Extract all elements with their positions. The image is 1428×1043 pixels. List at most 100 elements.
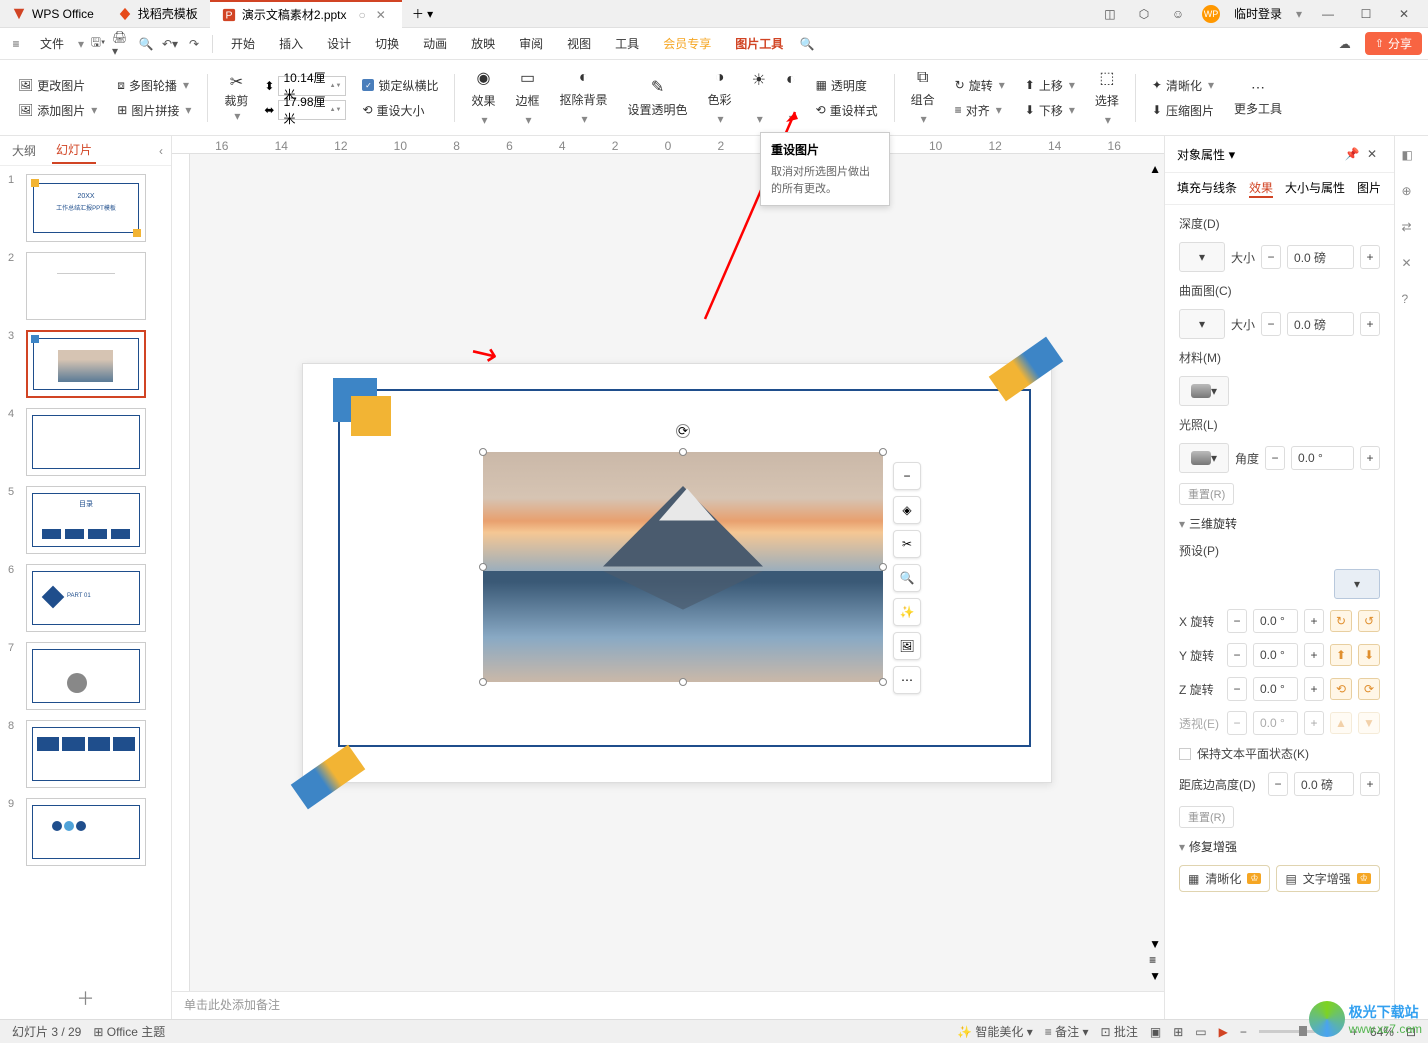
size-tab[interactable]: 大小与属性 bbox=[1285, 179, 1345, 198]
undo-icon[interactable]: ↶▾ bbox=[160, 34, 180, 54]
light-select[interactable]: ▾ bbox=[1179, 443, 1229, 473]
resize-handle-n[interactable] bbox=[679, 448, 687, 456]
theme-indicator[interactable]: ⊞ Office 主题 bbox=[93, 1023, 165, 1040]
view-normal-icon[interactable]: ▣ bbox=[1150, 1025, 1161, 1039]
rail-tools-icon[interactable]: ✕ bbox=[1402, 256, 1422, 276]
thumbnail-8[interactable] bbox=[26, 720, 146, 788]
tab-dropdown-icon[interactable]: ○ bbox=[359, 8, 366, 22]
tab-picture-tools[interactable]: 图片工具 bbox=[725, 31, 793, 56]
add-slide-button[interactable]: ＋ bbox=[0, 977, 171, 1019]
angle-inc[interactable]: + bbox=[1360, 446, 1380, 470]
share-button[interactable]: ⇧ 分享 bbox=[1365, 32, 1422, 55]
bevel-value[interactable]: 0.0 磅 bbox=[1287, 312, 1354, 336]
thumbnail-6[interactable]: PART 01 bbox=[26, 564, 146, 632]
thumbnail-4[interactable] bbox=[26, 408, 146, 476]
contrast-button[interactable]: ◐. bbox=[782, 69, 800, 127]
tab-design[interactable]: 设计 bbox=[317, 31, 361, 56]
reset-3d-format[interactable]: 重置(R) bbox=[1179, 483, 1234, 505]
move-down-button[interactable]: ⬇下移 bbox=[1021, 100, 1079, 121]
tab-start[interactable]: 开始 bbox=[221, 31, 265, 56]
tab-transition[interactable]: 切换 bbox=[365, 31, 409, 56]
pin-icon[interactable]: 📌 bbox=[1342, 144, 1362, 164]
3d-rotation-section[interactable]: 三维旋转 bbox=[1179, 515, 1380, 532]
rail-style-icon[interactable]: ◧ bbox=[1402, 148, 1422, 168]
print-icon[interactable]: 🖨▾ bbox=[112, 34, 132, 54]
remark-toggle[interactable]: ≡ 备注 ▾ bbox=[1045, 1023, 1089, 1040]
collapse-thumbs-icon[interactable]: ‹ bbox=[159, 144, 163, 158]
tab-insert[interactable]: 插入 bbox=[269, 31, 313, 56]
thumbnail-1[interactable]: 20XX工作总结汇报PPT模板 bbox=[26, 174, 146, 242]
more-tools-button[interactable]: ⋯更多工具 bbox=[1230, 77, 1286, 119]
zrot-dec[interactable]: − bbox=[1227, 677, 1247, 701]
close-tab-icon[interactable]: ✕ bbox=[372, 8, 390, 22]
tab-animation[interactable]: 动画 bbox=[413, 31, 457, 56]
thumbnail-5[interactable]: 目录 bbox=[26, 486, 146, 554]
sharpen-button[interactable]: ✦清晰化 bbox=[1148, 75, 1218, 96]
beautify-button[interactable]: ✨ 智能美化 ▾ bbox=[957, 1023, 1033, 1040]
float-zoom-minus[interactable]: − bbox=[893, 462, 921, 490]
rail-help-icon[interactable]: ? bbox=[1402, 292, 1422, 312]
keep-text-flat-checkbox[interactable]: 保持文本平面状态(K) bbox=[1179, 745, 1380, 762]
reset-3d-rotation[interactable]: 重置(R) bbox=[1179, 806, 1234, 828]
border-button[interactable]: ▭边框 bbox=[512, 66, 544, 129]
resize-handle-se[interactable] bbox=[879, 678, 887, 686]
notes-area[interactable]: 单击此处添加备注 bbox=[172, 991, 1164, 1019]
effect-tab[interactable]: 效果 bbox=[1249, 179, 1273, 198]
float-layers-icon[interactable]: ◈ bbox=[893, 496, 921, 524]
user-icon[interactable]: ☺ bbox=[1168, 4, 1188, 24]
maximize-icon[interactable]: ☐ bbox=[1354, 4, 1378, 24]
view-slideshow-icon[interactable]: ▶ bbox=[1219, 1025, 1228, 1039]
view-reading-icon[interactable]: ▭ bbox=[1195, 1025, 1206, 1039]
depth-dec[interactable]: − bbox=[1261, 245, 1281, 269]
rail-insert-icon[interactable]: ⊕ bbox=[1402, 184, 1422, 204]
yrot-dec[interactable]: − bbox=[1227, 643, 1247, 667]
login-status[interactable]: 临时登录 bbox=[1234, 5, 1282, 22]
reset-style-button[interactable]: ⟲重设样式 bbox=[812, 100, 882, 121]
tab-review[interactable]: 审阅 bbox=[509, 31, 553, 56]
rotation-handle[interactable]: ⟳ bbox=[676, 424, 690, 438]
document-tab[interactable]: P 演示文稿素材2.pptx ○ ✕ bbox=[210, 0, 402, 28]
slide-canvas[interactable]: ⟳ bbox=[302, 363, 1052, 783]
slides-tab[interactable]: 幻灯片 bbox=[52, 137, 96, 164]
preset-select[interactable]: ▾ bbox=[1334, 569, 1380, 599]
depth-inc[interactable]: + bbox=[1360, 245, 1380, 269]
preview-icon[interactable]: 🔍 bbox=[136, 34, 156, 54]
zrot-inc[interactable]: + bbox=[1304, 677, 1324, 701]
add-picture-button[interactable]: 🖼添加图片 bbox=[14, 100, 101, 121]
bevel-select[interactable]: ▾ bbox=[1179, 309, 1225, 339]
dist-value[interactable]: 0.0 磅 bbox=[1294, 772, 1354, 796]
tab-tools[interactable]: 工具 bbox=[605, 31, 649, 56]
zrot-value[interactable]: 0.0 ° bbox=[1253, 677, 1298, 701]
bevel-dec[interactable]: − bbox=[1261, 312, 1281, 336]
yrot-value[interactable]: 0.0 ° bbox=[1253, 643, 1298, 667]
menu-icon[interactable]: ≡ bbox=[6, 34, 26, 54]
effect-button[interactable]: ◉效果 bbox=[467, 66, 499, 129]
fill-tab[interactable]: 填充与线条 bbox=[1177, 179, 1237, 198]
float-more-icon[interactable]: ⋯ bbox=[893, 666, 921, 694]
close-panel-icon[interactable]: ✕ bbox=[1362, 144, 1382, 164]
rotate-button[interactable]: ↻旋转 bbox=[951, 75, 1009, 96]
view-sorter-icon[interactable]: ⊞ bbox=[1173, 1025, 1183, 1039]
scroll-down-buttons[interactable]: ▼≡▼ bbox=[1149, 937, 1161, 983]
resize-handle-s[interactable] bbox=[679, 678, 687, 686]
thumbnail-7[interactable] bbox=[26, 642, 146, 710]
reset-size-button[interactable]: ⟲重设大小 bbox=[358, 100, 442, 121]
picture-tab[interactable]: 图片 bbox=[1357, 179, 1381, 198]
immerse-button[interactable]: ⊡ 批注 bbox=[1100, 1023, 1137, 1040]
resize-handle-w[interactable] bbox=[479, 563, 487, 571]
xrot-dec[interactable]: − bbox=[1227, 609, 1247, 633]
colorize-button[interactable]: ◑色彩 bbox=[704, 67, 736, 128]
yrot-down-icon[interactable]: ⬇ bbox=[1358, 644, 1380, 666]
zrot-cw-icon[interactable]: ⟳ bbox=[1358, 678, 1380, 700]
zrot-ccw-icon[interactable]: ⟲ bbox=[1330, 678, 1352, 700]
yrot-up-icon[interactable]: ⬆ bbox=[1330, 644, 1352, 666]
outline-tab[interactable]: 大纲 bbox=[8, 138, 40, 163]
dist-dec[interactable]: − bbox=[1268, 772, 1288, 796]
close-window-icon[interactable]: ✕ bbox=[1392, 4, 1416, 24]
app-tab[interactable]: WPS Office bbox=[0, 0, 106, 28]
dist-inc[interactable]: + bbox=[1360, 772, 1380, 796]
depth-color-select[interactable]: ▾ bbox=[1179, 242, 1225, 272]
bevel-inc[interactable]: + bbox=[1360, 312, 1380, 336]
compress-button[interactable]: ⬇压缩图片 bbox=[1148, 100, 1218, 121]
xrot-left-icon[interactable]: ↻ bbox=[1330, 610, 1352, 632]
